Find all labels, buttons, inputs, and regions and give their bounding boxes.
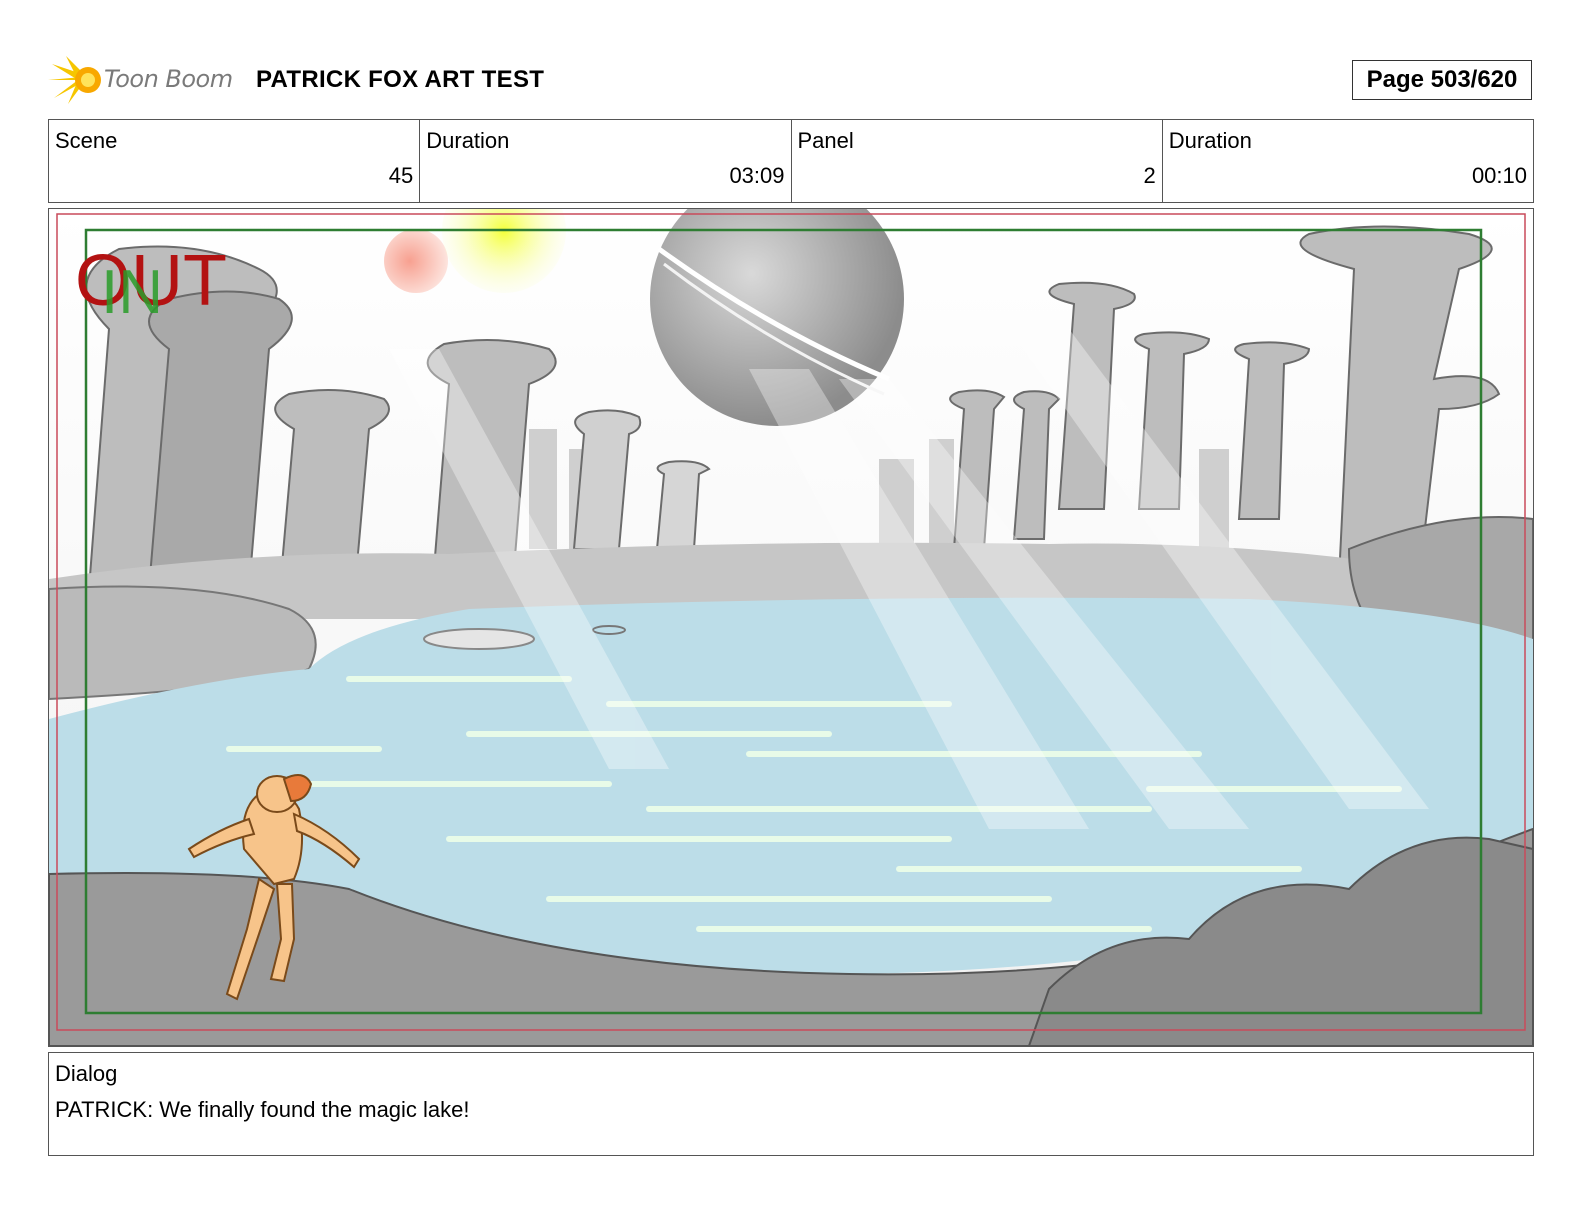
scene-value: 45 xyxy=(388,163,414,188)
scene-duration-cell: Duration 03:09 xyxy=(420,120,792,202)
dialog-box: Dialog PATRICK: We finally found the mag… xyxy=(48,1052,1534,1156)
panel-label: Panel xyxy=(797,128,854,153)
panel-duration-cell: Duration 00:10 xyxy=(1163,120,1533,202)
scene-duration-value: 03:09 xyxy=(729,163,785,188)
panel-duration-label: Duration xyxy=(1168,128,1252,153)
logo-text: Toon Boom xyxy=(104,65,233,93)
project-title: PATRICK FOX ART TEST xyxy=(256,66,545,93)
scene-duration-label: Duration xyxy=(426,128,510,153)
scene-label: Scene xyxy=(55,128,118,153)
panel-value: 2 xyxy=(1143,163,1156,188)
scene-cell: Scene 45 xyxy=(49,120,421,202)
scene-info-table: Scene 45 Duration 03:09 Panel 2 Duration… xyxy=(48,119,1534,203)
dialog-text: PATRICK: We finally found the magic lake… xyxy=(55,1097,470,1122)
starburst-icon xyxy=(48,56,101,104)
panel-artwork: OUT IN xyxy=(49,209,1533,1046)
page-indicator: Page 503/620 xyxy=(1352,60,1532,100)
panel-duration-value: 00:10 xyxy=(1471,163,1527,188)
lake-rock xyxy=(423,628,535,650)
dialog-label: Dialog xyxy=(55,1061,118,1086)
red-sun xyxy=(384,229,448,293)
panel-cell: Panel 2 xyxy=(792,120,1163,202)
toon-boom-logo: Toon Boom xyxy=(48,54,238,106)
storyboard-panel: OUT IN xyxy=(48,208,1534,1047)
in-marker: IN xyxy=(101,258,163,327)
